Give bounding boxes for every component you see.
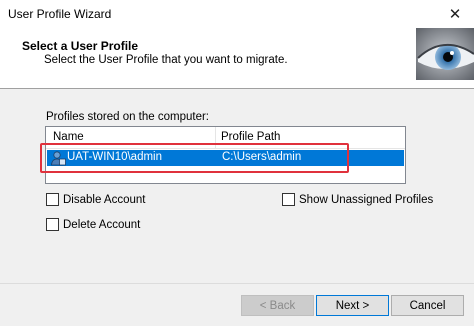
wizard-window: User Profile Wizard ✕ Select a User Prof… — [0, 0, 474, 326]
eye-icon — [416, 28, 474, 80]
selection-highlight-box — [40, 143, 349, 173]
wizard-header: Select a User Profile Select the User Pr… — [0, 28, 474, 89]
column-header-path[interactable]: Profile Path — [221, 131, 280, 143]
window-title: User Profile Wizard — [8, 7, 112, 21]
cancel-button[interactable]: Cancel — [391, 295, 464, 316]
profiles-label: Profiles stored on the computer: — [46, 111, 209, 123]
column-header-name[interactable]: Name — [53, 131, 84, 143]
title-bar: User Profile Wizard ✕ — [0, 0, 474, 28]
delete-account-label: Delete Account — [63, 218, 141, 231]
checkbox-box[interactable] — [46, 218, 59, 231]
disable-account-checkbox[interactable]: Disable Account — [46, 193, 145, 206]
checkbox-box[interactable] — [46, 193, 59, 206]
page-subtitle: Select the User Profile that you want to… — [44, 54, 288, 66]
close-button[interactable]: ✕ — [436, 0, 474, 28]
back-button[interactable]: < Back — [241, 295, 314, 316]
footer-divider — [0, 283, 474, 284]
checkbox-box[interactable] — [282, 193, 295, 206]
delete-account-checkbox[interactable]: Delete Account — [46, 218, 140, 231]
page-title: Select a User Profile — [22, 39, 139, 53]
show-unassigned-label: Show Unassigned Profiles — [299, 193, 434, 206]
disable-account-label: Disable Account — [63, 193, 146, 206]
show-unassigned-checkbox[interactable]: Show Unassigned Profiles — [282, 193, 433, 206]
next-button[interactable]: Next > — [316, 295, 389, 316]
